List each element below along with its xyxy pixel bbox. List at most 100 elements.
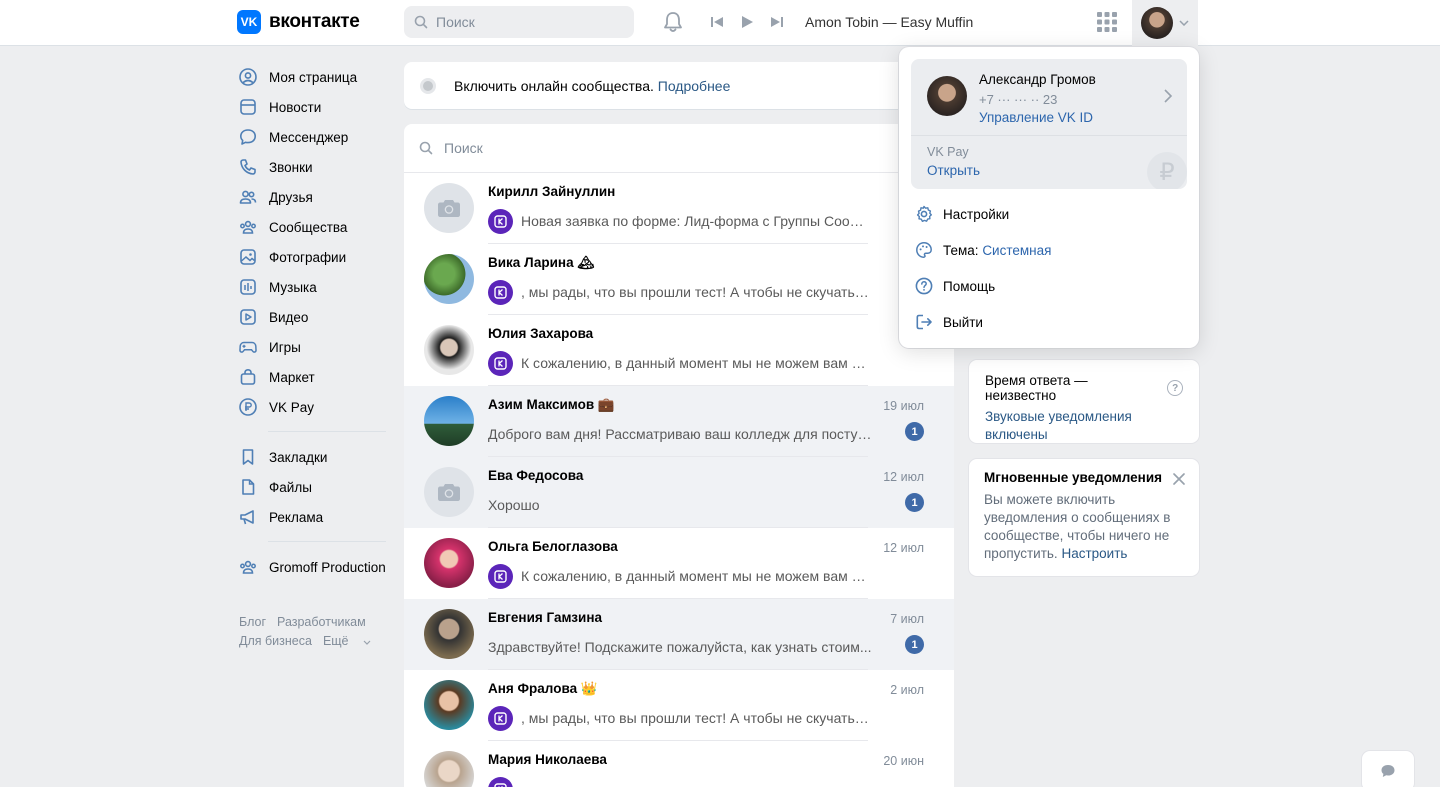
- previous-track-icon[interactable]: [708, 12, 726, 32]
- sidebar-item-label: VK Pay: [269, 399, 315, 415]
- dialog-row[interactable]: Юлия Захарова20К сожалению, в данный мом…: [404, 315, 954, 386]
- close-icon[interactable]: [1172, 472, 1186, 486]
- sidebar-item-market[interactable]: Маркет: [238, 362, 390, 392]
- dialog-row[interactable]: Евгения Гамзина 7 июл Здравствуйте! Подска…: [404, 599, 954, 670]
- vk-logo[interactable]: VK вконтакте: [237, 10, 360, 34]
- footer-link-more[interactable]: Ещё: [323, 634, 371, 648]
- ruble-circle-icon: [238, 397, 258, 417]
- theme-value: Системная: [982, 242, 1052, 258]
- bell-icon[interactable]: [662, 10, 684, 34]
- now-playing-title[interactable]: Amon Tobin — Easy Muffin: [805, 14, 973, 30]
- dialog-preview-text: Хорошо: [488, 497, 540, 513]
- dialog-preview-text: Здравствуйте! Подскажите пожалуйста, как…: [488, 639, 872, 655]
- configure-link[interactable]: Настроить: [1061, 546, 1127, 561]
- sidebar-item-messenger[interactable]: Мессенджер: [238, 122, 390, 152]
- chevron-down-icon: [1179, 20, 1189, 26]
- manage-vk-id-link[interactable]: Управление VK ID: [979, 110, 1093, 125]
- online-communities-banner: Включить онлайн сообщества. Подробнее: [404, 62, 954, 109]
- dialog-name: Кирилл Зайнуллин: [488, 184, 616, 199]
- dialog-avatar: [424, 396, 474, 446]
- dialog-name: Мария Николаева: [488, 752, 607, 767]
- help-icon[interactable]: ?: [1167, 380, 1183, 396]
- gear-icon: [915, 205, 933, 223]
- dialog-date: 2 июл: [890, 683, 924, 697]
- account-phone: +7 ··· ··· ·· 23: [979, 92, 1058, 107]
- camera-icon: [438, 484, 460, 501]
- dialog-row[interactable]: Мария Николаева 20 июн: [404, 741, 954, 787]
- apps-grid-icon[interactable]: [1096, 11, 1118, 33]
- sidebar-item-label: Игры: [269, 339, 301, 355]
- menu-item-help[interactable]: Помощь: [915, 274, 995, 298]
- online-toggle[interactable]: [420, 77, 436, 94]
- friends-icon: [238, 187, 258, 207]
- sidebar-item-bookmarks[interactable]: Закладки: [238, 442, 390, 472]
- account-row[interactable]: Александр Громов +7 ··· ··· ·· 23 Управл…: [911, 59, 1187, 136]
- sidebar-item-news[interactable]: Новости: [238, 92, 390, 122]
- header-search-input[interactable]: [436, 14, 616, 30]
- sidebar-item-label: Gromoff Production: [269, 559, 386, 575]
- sidebar-item-video[interactable]: Видео: [238, 302, 390, 332]
- dialog-preview-text: , мы рады, что вы прошли тест! А чтобы н…: [521, 284, 871, 300]
- dialog-avatar: [424, 467, 474, 517]
- footer-link-business[interactable]: Для бизнеса: [239, 634, 312, 648]
- footer-link-blog[interactable]: Блог: [239, 615, 266, 629]
- menu-item-theme[interactable]: Тема: Системная: [915, 238, 1051, 262]
- play-icon[interactable]: [738, 12, 756, 32]
- sidebar-item-friends[interactable]: Друзья: [238, 182, 390, 212]
- dialog-list: Кирилл Зайнуллин7Новая заявка по форме: …: [404, 173, 954, 787]
- dialog-row[interactable]: Вика Ларина 🏔27, мы рады, что вы прошли …: [404, 244, 954, 315]
- next-track-icon[interactable]: [768, 12, 786, 32]
- dialog-row[interactable]: Кирилл Зайнуллин7Новая заявка по форме: …: [404, 173, 954, 244]
- menu-item-logout[interactable]: Выйти: [915, 310, 983, 334]
- app-badge-icon: [488, 563, 513, 589]
- sidebar-item-files[interactable]: Файлы: [238, 472, 390, 502]
- vk-logo-icon: VK: [237, 10, 261, 34]
- search-icon: [414, 15, 428, 29]
- dialog-preview: Доброго вам дня! Рассматриваю ваш коллед…: [488, 421, 872, 447]
- logo-text: вконтакте: [269, 11, 360, 32]
- chat-fab-button[interactable]: [1362, 751, 1414, 787]
- dialog-preview: Хорошо: [488, 492, 872, 518]
- sidebar-item-label: Музыка: [269, 279, 317, 295]
- banner-more-link[interactable]: Подробнее: [658, 78, 731, 94]
- sidebar-item-photos[interactable]: Фотографии: [238, 242, 390, 272]
- sidebar-item-group[interactable]: Gromoff Production: [238, 552, 390, 582]
- sidebar-footer-links: Блог Разработчикам Для бизнеса Ещё: [239, 613, 382, 651]
- dialog-preview: К сожалению, в данный момент мы не можем…: [488, 563, 872, 589]
- sidebar-item-label: Видео: [269, 309, 309, 325]
- sidebar-item-music[interactable]: Музыка: [238, 272, 390, 302]
- sound-notifications-link[interactable]: Звуковые уведомления включены: [985, 408, 1183, 444]
- menu-item-settings[interactable]: Настройки: [915, 202, 1009, 226]
- dialog-date: 19 июл: [883, 399, 924, 413]
- menu-item-label: Выйти: [943, 314, 983, 330]
- sidebar-item-label: Звонки: [269, 159, 313, 175]
- chevron-down-icon: [363, 640, 371, 645]
- chat-bubble-icon: [1381, 765, 1395, 777]
- logout-icon: [915, 313, 933, 331]
- dialogs-search[interactable]: [404, 124, 954, 173]
- dialog-avatar: [424, 680, 474, 730]
- sidebar-item-ads[interactable]: Реклама: [238, 502, 390, 532]
- dialog-preview-text: К сожалению, в данный момент мы не можем…: [521, 355, 871, 371]
- sidebar-item-label: Сообщества: [269, 219, 348, 235]
- vk-pay-open-link[interactable]: Открыть: [927, 163, 980, 178]
- dialog-date: 12 июл: [883, 470, 924, 484]
- sidebar-item-calls[interactable]: Звонки: [238, 152, 390, 182]
- dialog-date: 20 июн: [883, 754, 924, 768]
- profile-menu-button[interactable]: [1132, 0, 1198, 46]
- dialog-row[interactable]: Аня Фралова 👑 2 июл , мы рады, что вы прош…: [404, 670, 954, 741]
- sidebar-item-communities[interactable]: Сообщества: [238, 212, 390, 242]
- sidebar-item-my-page[interactable]: Моя страница: [238, 62, 390, 92]
- chevron-right-icon: [1164, 89, 1173, 103]
- dialogs-search-input[interactable]: [444, 140, 744, 156]
- dialog-row[interactable]: Ольга Белоглазова 12 июл К сожалению, в да…: [404, 528, 954, 599]
- sidebar-item-vk-pay[interactable]: VK Pay: [238, 392, 390, 422]
- sidebar-item-games[interactable]: Игры: [238, 332, 390, 362]
- header-search[interactable]: [404, 6, 634, 38]
- sidebar-divider: [268, 541, 386, 542]
- dialog-row[interactable]: Ева Федосова 12 июл Хорошо 1: [404, 457, 954, 528]
- photo-icon: [238, 247, 258, 267]
- footer-link-developers[interactable]: Разработчикам: [277, 615, 366, 629]
- profile-dropdown: Александр Громов +7 ··· ··· ·· 23 Управл…: [899, 47, 1199, 348]
- dialog-row[interactable]: Азим Максимов 💼 19 июл Доброго вам дня! Ра…: [404, 386, 954, 457]
